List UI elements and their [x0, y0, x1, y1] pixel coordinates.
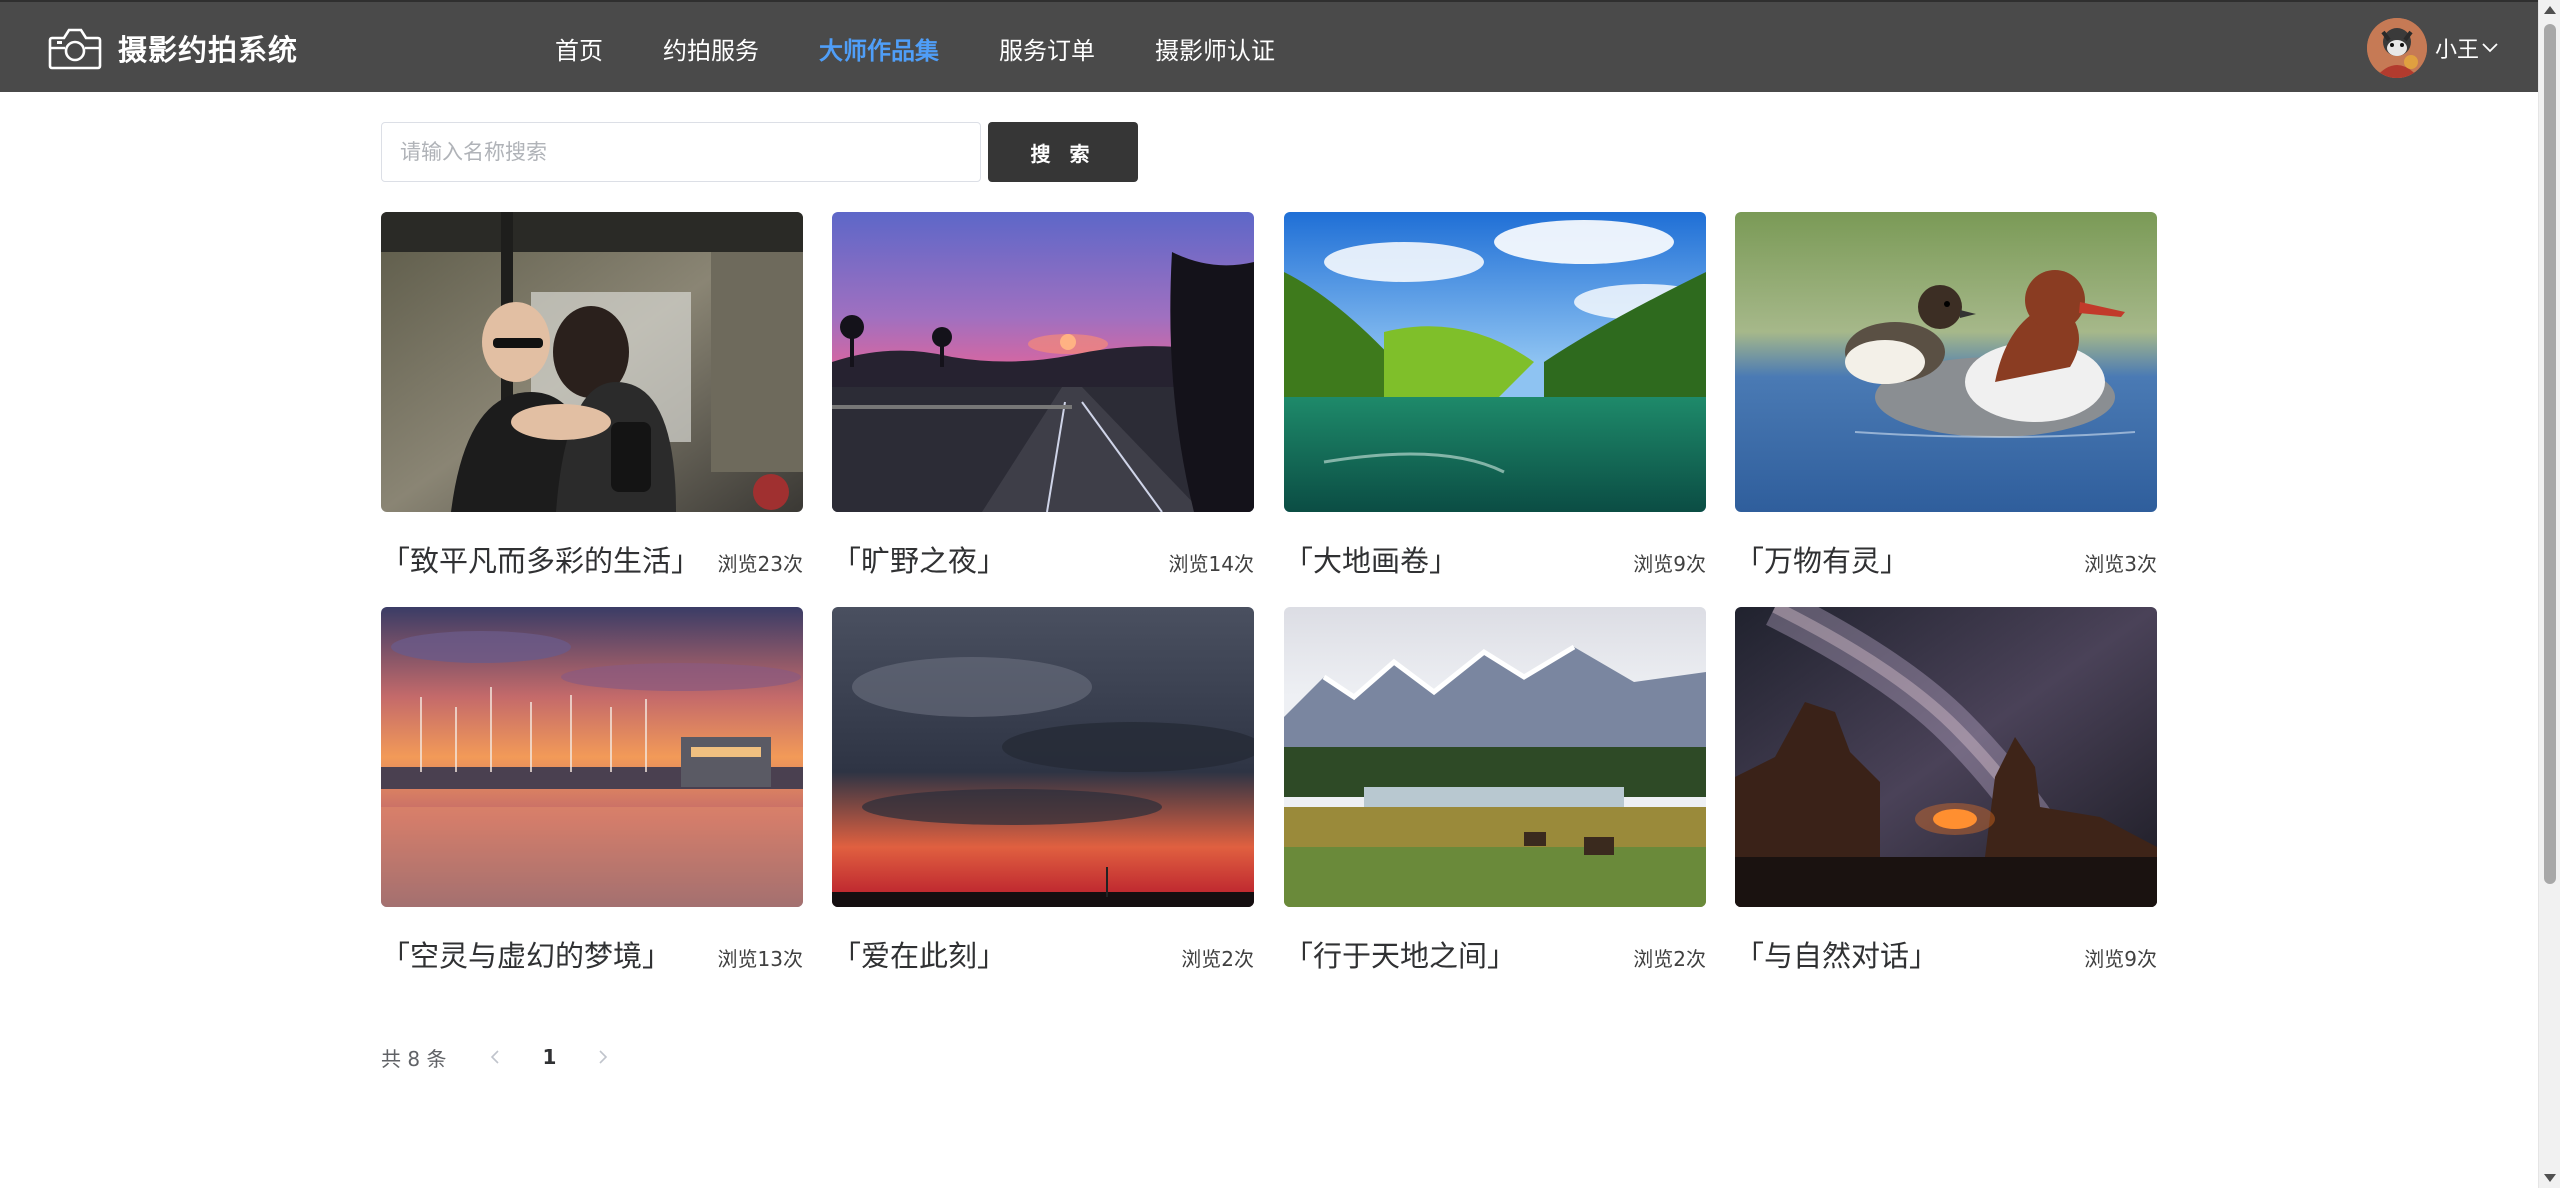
portfolio-card[interactable]: 「与自然对话」 浏览9次 [1735, 607, 2157, 981]
main-nav: 首页 约拍服务 大师作品集 服务订单 摄影师认证 [555, 2, 1335, 94]
alpine-meadow-photo[interactable] [1284, 607, 1706, 907]
portfolio-card[interactable]: 「爱在此刻」 浏览2次 [832, 607, 1254, 981]
card-title[interactable]: 「空灵与虚幻的梦境」 [381, 933, 671, 975]
portfolio-card[interactable]: 「致平凡而多彩的生活」 浏览23次 [381, 212, 803, 586]
avatar[interactable] [2366, 18, 2427, 78]
card-views: 浏览3次 [2084, 552, 2157, 576]
search-button[interactable]: 搜 索 [988, 122, 1138, 182]
scroll-thumb[interactable] [2544, 24, 2556, 884]
merganser-ducks-photo[interactable] [1735, 212, 2157, 512]
card-meta: 「万物有灵」 浏览3次 [1735, 526, 2157, 586]
card-meta: 「空灵与虚幻的梦境」 浏览13次 [381, 921, 803, 981]
portfolio-card[interactable]: 「旷野之夜」 浏览14次 [832, 212, 1254, 586]
card-title[interactable]: 「旷野之夜」 [832, 538, 1006, 580]
nav-item-home[interactable]: 首页 [555, 31, 603, 66]
app-title: 摄影约拍系统 [118, 33, 299, 67]
portfolio-card[interactable]: 「大地画卷」 浏览9次 [1284, 212, 1706, 586]
card-title[interactable]: 「爱在此刻」 [832, 933, 1006, 975]
milky-way-rocks-photo[interactable] [1735, 607, 2157, 907]
cloudy-dusk-photo[interactable] [832, 607, 1254, 907]
card-title[interactable]: 「大地画卷」 [1284, 538, 1458, 580]
scroll-up-arrow-icon[interactable] [2544, 6, 2556, 14]
page-scrollbar[interactable] [2538, 0, 2560, 1188]
page-number-current[interactable]: 1 [542, 1045, 556, 1069]
card-meta: 「行于天地之间」 浏览2次 [1284, 921, 1706, 981]
user-name[interactable]: 小王 [2435, 32, 2479, 64]
card-meta: 「旷野之夜」 浏览14次 [832, 526, 1254, 586]
top-header: 摄影约拍系统 首页 约拍服务 大师作品集 服务订单 摄影师认证 小王 [0, 0, 2538, 92]
portfolio-card[interactable]: 「万物有灵」 浏览3次 [1735, 212, 2157, 586]
card-title[interactable]: 「与自然对话」 [1735, 933, 1938, 975]
card-views: 浏览9次 [1633, 552, 1706, 576]
card-title[interactable]: 「万物有灵」 [1735, 538, 1909, 580]
card-title[interactable]: 「致平凡而多彩的生活」 [381, 538, 700, 580]
chevron-left-icon[interactable] [488, 1048, 502, 1066]
nav-item-masterworks[interactable]: 大师作品集 [819, 31, 939, 66]
chevron-down-icon[interactable] [2482, 43, 2498, 53]
portfolio-card[interactable]: 「空灵与虚幻的梦境」 浏览13次 [381, 607, 803, 981]
scroll-down-arrow-icon[interactable] [2544, 1174, 2556, 1182]
pagination-total: 共 8 条 [381, 1046, 447, 1071]
card-views: 浏览9次 [2084, 947, 2157, 971]
card-meta: 「大地画卷」 浏览9次 [1284, 526, 1706, 586]
chevron-right-icon[interactable] [596, 1048, 610, 1066]
pagination: 共 8 条 1 [381, 1042, 610, 1072]
card-views: 浏览2次 [1633, 947, 1706, 971]
portfolio-card[interactable]: 「行于天地之间」 浏览2次 [1284, 607, 1706, 981]
card-views: 浏览2次 [1181, 947, 1254, 971]
couple-street-photo[interactable] [381, 212, 803, 512]
sunset-highway-photo[interactable] [832, 212, 1254, 512]
card-meta: 「与自然对话」 浏览9次 [1735, 921, 2157, 981]
card-title[interactable]: 「行于天地之间」 [1284, 933, 1516, 975]
camera-icon [48, 28, 102, 70]
harbor-sunset-photo[interactable] [381, 607, 803, 907]
user-menu[interactable]: 小王 [2366, 2, 2538, 94]
card-meta: 「致平凡而多彩的生活」 浏览23次 [381, 526, 803, 586]
card-meta: 「爱在此刻」 浏览2次 [832, 921, 1254, 981]
card-views: 浏览13次 [717, 947, 803, 971]
nav-item-certification[interactable]: 摄影师认证 [1155, 31, 1275, 66]
search-input[interactable] [381, 122, 981, 182]
card-views: 浏览14次 [1168, 552, 1254, 576]
logo[interactable]: 摄影约拍系统 [48, 24, 298, 72]
nav-item-booking[interactable]: 约拍服务 [663, 31, 759, 66]
nav-item-orders[interactable]: 服务订单 [999, 31, 1095, 66]
green-valley-lake-photo[interactable] [1284, 212, 1706, 512]
card-views: 浏览23次 [717, 552, 803, 576]
